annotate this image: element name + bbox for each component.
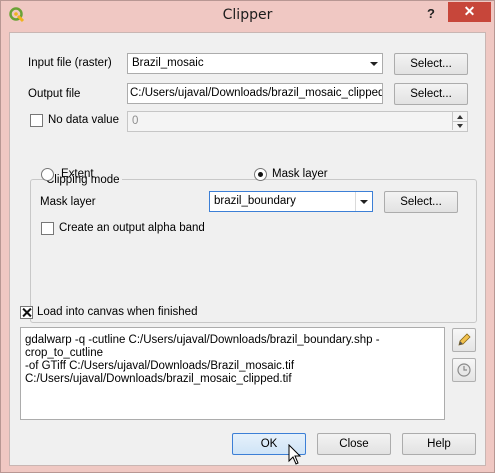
mask-layer-value: brazil_boundary xyxy=(214,195,296,207)
alpha-band-checkbox[interactable] xyxy=(41,222,54,235)
output-file-input[interactable]: C:/Users/ujaval/Downloads/brazil_mosaic_… xyxy=(127,83,383,104)
reset-icon xyxy=(457,363,471,377)
input-file-value: Brazil_mosaic xyxy=(132,57,204,69)
mask-layer-radio-label: Mask layer xyxy=(272,168,328,180)
dialog-body: Input file (raster) Brazil_mosaic Select… xyxy=(9,32,486,466)
mask-layer-radio[interactable] xyxy=(254,168,267,181)
extent-radio-label: Extent xyxy=(61,168,94,180)
spin-down-icon[interactable] xyxy=(452,121,467,130)
chevron-down-icon xyxy=(355,192,372,211)
output-select-button[interactable]: Select... xyxy=(394,83,468,105)
input-file-combo[interactable]: Brazil_mosaic xyxy=(127,53,383,74)
alpha-band-label: Create an output alpha band xyxy=(59,222,205,234)
input-file-label: Input file (raster) xyxy=(28,57,112,69)
clipper-dialog: Clipper ? ✕ Input file (raster) Brazil_m… xyxy=(0,0,495,473)
edit-command-button[interactable] xyxy=(452,328,476,352)
output-file-value: C:/Users/ujaval/Downloads/brazil_mosaic_… xyxy=(130,87,383,99)
chevron-down-icon xyxy=(365,54,382,73)
help-title-button[interactable]: ? xyxy=(421,5,441,23)
mask-select-button[interactable]: Select... xyxy=(384,191,458,213)
pencil-icon xyxy=(458,333,471,346)
output-file-label: Output file xyxy=(28,88,81,100)
no-data-value: 0 xyxy=(132,115,139,127)
extent-radio[interactable] xyxy=(41,168,54,181)
mouse-cursor-icon xyxy=(288,444,302,465)
mask-layer-combo[interactable]: brazil_boundary xyxy=(209,191,373,212)
mask-layer-label: Mask layer xyxy=(40,196,96,208)
close-button[interactable]: Close xyxy=(317,433,391,455)
no-data-label: No data value xyxy=(48,114,119,126)
help-button[interactable]: Help xyxy=(402,433,476,455)
no-data-spinbox[interactable]: 0 xyxy=(127,111,468,132)
title-bar: Clipper ? ✕ xyxy=(1,1,494,31)
spin-up-icon[interactable] xyxy=(452,112,467,121)
gdal-command-value: gdalwarp -q -cutline C:/Users/ujaval/Dow… xyxy=(25,334,380,385)
no-data-checkbox[interactable] xyxy=(30,114,43,127)
load-canvas-label: Load into canvas when finished xyxy=(37,306,198,318)
load-canvas-checkbox[interactable] xyxy=(20,306,33,319)
input-select-button[interactable]: Select... xyxy=(394,53,468,75)
gdal-command-text[interactable]: gdalwarp -q -cutline C:/Users/ujaval/Dow… xyxy=(20,327,445,420)
close-window-button[interactable]: ✕ xyxy=(448,2,491,22)
reset-command-button[interactable] xyxy=(452,358,476,382)
